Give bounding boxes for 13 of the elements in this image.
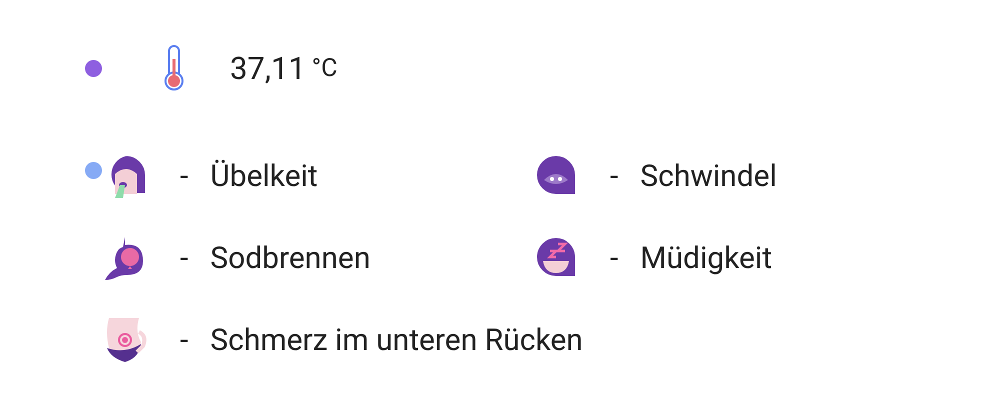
dash: -: [610, 158, 618, 194]
symptom-label: Schwindel: [640, 158, 777, 194]
symptom-label: Schmerz im unteren Rücken: [210, 322, 583, 358]
temperature-unit: °C: [312, 54, 338, 82]
dash: -: [610, 240, 618, 276]
dash: -: [180, 322, 188, 358]
symptom-label: Übelkeit: [210, 158, 318, 194]
temperature-value: 37,11: [230, 50, 306, 86]
symptom-label: Sodbrennen: [210, 240, 370, 276]
symptom-label: Müdigkeit: [640, 240, 772, 276]
dash: -: [180, 240, 188, 276]
dash: -: [180, 158, 188, 194]
thermometer-icon: [163, 45, 185, 91]
